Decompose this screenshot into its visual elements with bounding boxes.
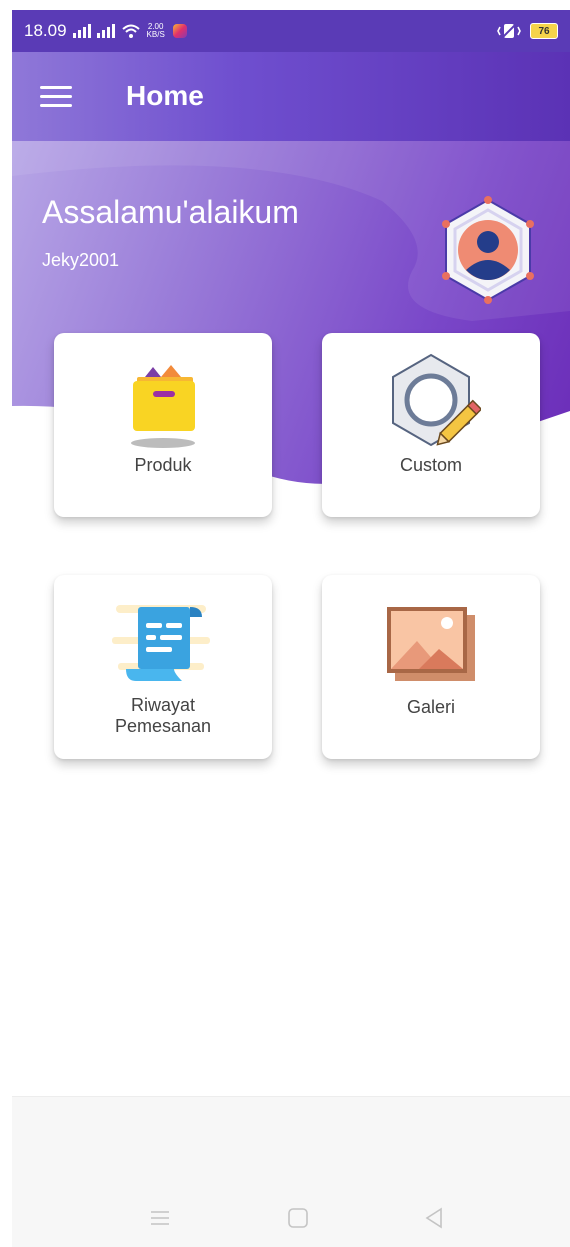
recent-apps-icon[interactable] [149,1207,171,1229]
scroll-list-icon [112,605,210,681]
system-navigation-bar [12,1096,570,1247]
username-label: Jeky2001 [42,250,120,270]
signal-icon-2 [96,24,115,38]
menu-label-pemesanan: Pemesanan [114,716,212,736]
battery-icon: 76 [530,23,558,39]
status-bar: 18.09 2.00 KB/S 76 [12,10,570,52]
screen: 18.09 2.00 KB/S 76 Home Assalamu'alaikum… [12,10,570,1247]
menu-card-produk[interactable]: Produk [54,333,272,517]
page-title: Home [126,80,204,111]
instagram-icon [172,24,187,38]
menu-label-riwayat: Riwayat [130,695,196,715]
profile-avatar-icon[interactable] [436,194,540,306]
net-speed: 2.00 KB/S [147,23,165,39]
back-button-icon[interactable] [423,1207,445,1229]
menu-label-galeri: Galeri [406,697,455,717]
status-time: 18.09 [24,21,67,40]
gallery-image-icon [387,607,475,681]
wifi-icon [121,24,140,38]
net-speed-unit: KB/S [146,30,165,39]
home-button-icon[interactable] [287,1207,309,1229]
hamburger-menu-icon[interactable] [40,86,72,108]
folder-box-icon [131,365,195,448]
menu-label-custom: Custom [399,455,462,475]
menu-card-riwayat-pemesanan[interactable]: Riwayat Pemesanan [54,575,272,759]
menu-card-custom[interactable]: Custom [322,333,540,517]
app-bar: Home [12,52,570,141]
vibrate-icon [497,23,521,39]
menu-label-produk: Produk [134,455,192,475]
greeting-title: Assalamu'alaikum [42,194,299,230]
menu-label-riwayat-pemesanan: Riwayat Pemesanan [54,695,272,737]
signal-icon [72,24,91,38]
custom-edit-icon [392,353,481,447]
menu-card-galeri[interactable]: Galeri [322,575,540,759]
